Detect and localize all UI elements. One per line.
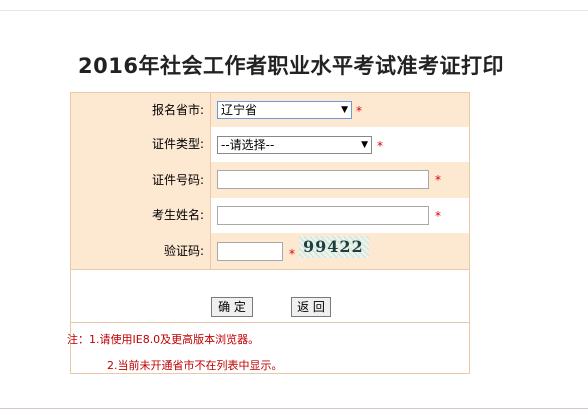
name-label: 考生姓名: — [71, 198, 211, 233]
form-row-name: 考生姓名: * — [71, 198, 469, 234]
form-row-id-type: 证件类型: --请选择-- ▼ * — [71, 127, 469, 163]
captcha-cell: * 99422 — [211, 233, 469, 269]
chevron-down-icon: ▼ — [361, 140, 368, 150]
candidate-name-input[interactable] — [217, 206, 429, 225]
id-type-cell: --请选择-- ▼ * — [211, 127, 469, 162]
note-browser: 注：1.请使用IE8.0及更高版本浏览器。 — [67, 333, 260, 346]
required-marker: * — [356, 104, 362, 118]
required-marker: * — [435, 173, 441, 187]
province-select-value: 辽宁省 — [221, 103, 258, 117]
id-number-input[interactable] — [217, 170, 429, 189]
captcha-text: 99422 — [303, 237, 364, 256]
province-cell: 辽宁省 ▼ * — [211, 93, 469, 127]
chevron-down-icon: ▼ — [341, 105, 348, 115]
required-marker: * — [435, 209, 441, 223]
form-row-id-number: 证件号码: * — [71, 162, 469, 199]
confirm-button[interactable]: 确 定 — [211, 297, 253, 317]
form-row-province: 报名省市: 辽宁省 ▼ * — [71, 93, 469, 128]
page-title: 2016年社会工作者职业水平考试准考证打印 — [78, 54, 504, 78]
form-row-captcha: 验证码: * 99422 — [71, 233, 469, 270]
id-type-select[interactable]: --请选择-- ▼ — [217, 136, 372, 154]
captcha-label: 验证码: — [71, 233, 211, 269]
id-type-label: 证件类型: — [71, 127, 211, 162]
required-marker: * — [289, 247, 295, 261]
required-marker: * — [377, 139, 383, 153]
note-province: 2.当前未开通省市不在列表中显示。 — [107, 359, 283, 372]
id-number-cell: * — [211, 162, 469, 198]
id-type-select-value: --请选择-- — [221, 138, 275, 152]
province-label: 报名省市: — [71, 93, 211, 127]
province-select[interactable]: 辽宁省 ▼ — [217, 101, 352, 119]
captcha-image[interactable]: 99422 — [299, 236, 369, 258]
id-number-label: 证件号码: — [71, 162, 211, 198]
back-button[interactable]: 返 回 — [291, 297, 331, 317]
top-divider — [0, 10, 588, 11]
bottom-divider — [0, 408, 588, 409]
notes-section: 注：1.请使用IE8.0及更高版本浏览器。 2.当前未开通省市不在列表中显示。 — [67, 322, 469, 373]
name-cell: * — [211, 198, 469, 233]
captcha-input[interactable] — [217, 242, 283, 261]
ticket-print-form: 报名省市: 辽宁省 ▼ * 证件类型: --请选择-- ▼ * 证件号码: * … — [67, 92, 470, 374]
